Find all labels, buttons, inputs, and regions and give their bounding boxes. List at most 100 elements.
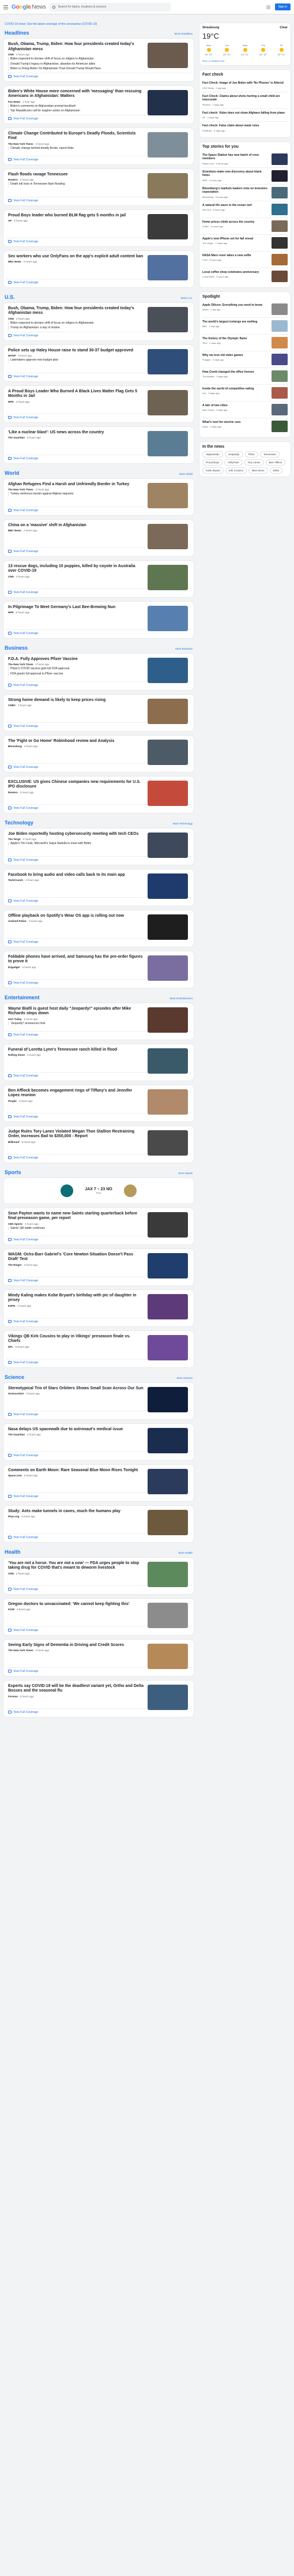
top-stories-for-you-item[interactable]: Apple's new iPhone set for fall reveal Th… [202,235,288,252]
lead-article[interactable]: F.D.A. Fully Approves Pfizer Vaccine The … [6,655,191,683]
section-more-link[interactable]: More Health [178,1551,193,1554]
item-thumbnail[interactable] [272,403,288,415]
item-thumbnail[interactable] [272,270,288,282]
topic-chip[interactable]: Afghanistan [202,451,223,458]
article-thumbnail[interactable] [148,873,188,899]
lead-article[interactable]: Study: Ants make tunnels in caves, much … [6,1508,191,1535]
article-thumbnail[interactable] [148,1089,188,1115]
google-news-logo[interactable]: Google News [12,4,46,10]
section-more-link[interactable]: More Science [176,1377,193,1379]
article-source[interactable]: Phys.org [8,1515,19,1518]
fact-check-item[interactable]: Fact Check: Image of Joe Biden with 'No … [202,79,288,92]
item-title[interactable]: Inside the world of competitive eating [202,387,269,391]
lead-article[interactable]: Ben Affleck becomes engagement rings of … [6,1087,191,1115]
article-thumbnail[interactable] [148,605,188,631]
item-thumbnail[interactable] [272,237,288,249]
lead-article[interactable]: Wayne Biafil is guest host daily "Jeopar… [6,1005,191,1033]
section-more-link[interactable]: More Headlines [174,32,193,35]
lead-article[interactable]: Proud Boys leader who burned BLM flag ge… [6,212,191,239]
section-more-link[interactable]: More Sports [178,1172,193,1175]
lead-article[interactable]: Judge Rules Tory Lanez Violated Megan Th… [6,1128,191,1156]
lead-article[interactable]: Police sets up Haley House raise to stan… [6,347,191,374]
article-title[interactable]: EXCLUSIVE: US gives Chinese companies ne… [8,780,144,790]
article-title[interactable]: Bush, Obama, Trump, Biden: How four pres… [8,42,144,52]
top-stories-for-you-item[interactable]: A natural life saver in the ocean reef Na… [202,201,288,218]
lead-article[interactable]: Afghan Refugees Find a Harsh and Unfrien… [6,481,191,508]
article-thumbnail[interactable] [148,1007,188,1033]
article-source[interactable]: The Guardian [8,1433,25,1436]
section-title[interactable]: Business [5,645,28,651]
article-thumbnail[interactable] [148,43,188,68]
spotlight-item[interactable]: How Covid changed the office forever The … [202,368,288,385]
article-source[interactable]: CNN [8,1572,14,1575]
lead-article[interactable]: Joe Biden reportedly hosting cybersecuri… [6,830,191,858]
lead-article[interactable]: Climate Change Contributed to Europe's D… [6,130,191,158]
article-source[interactable]: KGW [8,1608,14,1611]
article-thumbnail[interactable] [148,306,188,332]
article-source[interactable]: The New York Times [8,143,33,145]
article-title[interactable]: Police sets up Haley House raise to stan… [8,348,144,354]
article-thumbnail[interactable] [148,1253,188,1278]
related-article[interactable]: Top Republicans call for tougher action … [8,109,144,113]
lead-article[interactable]: In Pilgrimage To Meet Germany's Last Bee… [6,603,191,631]
item-thumbnail[interactable] [272,186,288,198]
article-title[interactable]: WAGM: Ochs-Barr Gabriel's 'Core Newton S… [8,1253,144,1262]
item-title[interactable]: NASA Mars rover takes a new selfie [202,254,269,258]
item-thumbnail[interactable] [272,303,288,315]
article-title[interactable]: Climate Change Contributed to Europe's D… [8,132,144,141]
article-thumbnail[interactable] [148,780,188,806]
article-source[interactable]: Reuters [8,791,18,794]
lead-article[interactable]: Oregon doctors to unvaccinated: 'We cann… [6,1600,191,1628]
article-source[interactable]: NFL [8,1345,13,1348]
top-stories-for-you-item[interactable]: NASA Mars rover takes a new selfie CNN · … [202,252,288,268]
section-title[interactable]: U.S. [5,294,15,300]
related-article[interactable]: 'Jeopardy!' announces host [8,1021,144,1025]
article-title[interactable]: Biden's White House more concerned with … [8,89,144,99]
article-thumbnail[interactable] [148,132,188,158]
item-title[interactable]: A tale of two cities [202,404,269,408]
article-title[interactable]: Stereotypical Trio of Stars Orbiters Sho… [8,1386,144,1392]
article-thumbnail[interactable] [148,523,188,549]
article-source[interactable]: CBS Sports [8,1223,22,1225]
article-title[interactable]: Flash floods ravage Tennessee [8,173,144,178]
article-source[interactable]: Fortune [8,1695,18,1698]
item-title[interactable]: Apple's new iPhone set for fall reveal [202,237,269,241]
article-thumbnail[interactable] [148,1643,188,1669]
spotlight-item[interactable]: The world's largest icebergs are melting… [202,318,288,335]
article-source[interactable]: CNN [8,575,14,578]
article-thumbnail[interactable] [148,1293,188,1319]
article-title[interactable]: Facebook to bring audio and video calls … [8,873,144,878]
article-title[interactable]: Proud Boys leader who burned BLM flag ge… [8,213,144,219]
article-source[interactable]: TechCrunch [8,879,23,882]
article-title[interactable]: Sean Payton wants to name new Saints sta… [8,1212,144,1221]
item-title[interactable]: Fact check: Video does not show Afghans … [202,111,288,115]
related-article[interactable]: Biden's comments on Afghanistan prompt b… [8,104,144,108]
article-source[interactable]: NPR [8,400,14,403]
lead-article[interactable]: 13 rescue dogs, including 10 puppies, ki… [6,563,191,590]
section-more-link[interactable]: More Entertainment [169,997,193,1000]
lead-article[interactable]: Vikings QB Kirk Cousins to play in Vikin… [6,1333,191,1360]
section-title[interactable]: Technology [5,820,33,826]
covid-banner[interactable]: COVID-19 news: See the latest coverage o… [3,21,194,28]
article-source[interactable]: The New York Times [8,488,33,491]
topic-chip[interactable]: Delta [269,467,283,474]
article-title[interactable]: Funeral of Loretta Lynn's Tennessee ranc… [8,1048,144,1053]
weather-more-link[interactable]: More on weather.com [202,59,288,62]
item-title[interactable]: Scientists make new discovery about blac… [202,170,269,178]
article-title[interactable]: Comments on Earth Moon: Rare Seasonal Bl… [8,1468,144,1473]
lead-article[interactable]: 'You are not a horse. You are not a cow'… [6,1559,191,1587]
item-title[interactable]: A natural life saver in the ocean reef [202,204,269,208]
article-thumbnail[interactable] [148,430,188,456]
related-article[interactable]: Trump on Afghanistan: a day of shame [8,326,144,330]
article-thumbnail[interactable] [148,1561,188,1587]
article-title[interactable]: Study: Ants make tunnels in caves, much … [8,1509,144,1514]
article-thumbnail[interactable] [148,1386,188,1412]
article-thumbnail[interactable] [148,698,188,724]
item-title[interactable]: The history of the Olympic flame [202,337,269,341]
top-stories-for-you-item[interactable]: Bloomberg's markets leaders note on inve… [202,185,288,201]
lead-article[interactable]: Flash floods ravage Tennessee Reuters · 4… [6,171,191,198]
item-title[interactable]: Bloomberg's markets leaders note on inve… [202,187,269,194]
related-article[interactable]: Turkey reinforces border against Afghan … [8,492,144,496]
item-title[interactable]: How Covid changed the office forever [202,370,269,374]
article-thumbnail[interactable] [148,955,188,981]
